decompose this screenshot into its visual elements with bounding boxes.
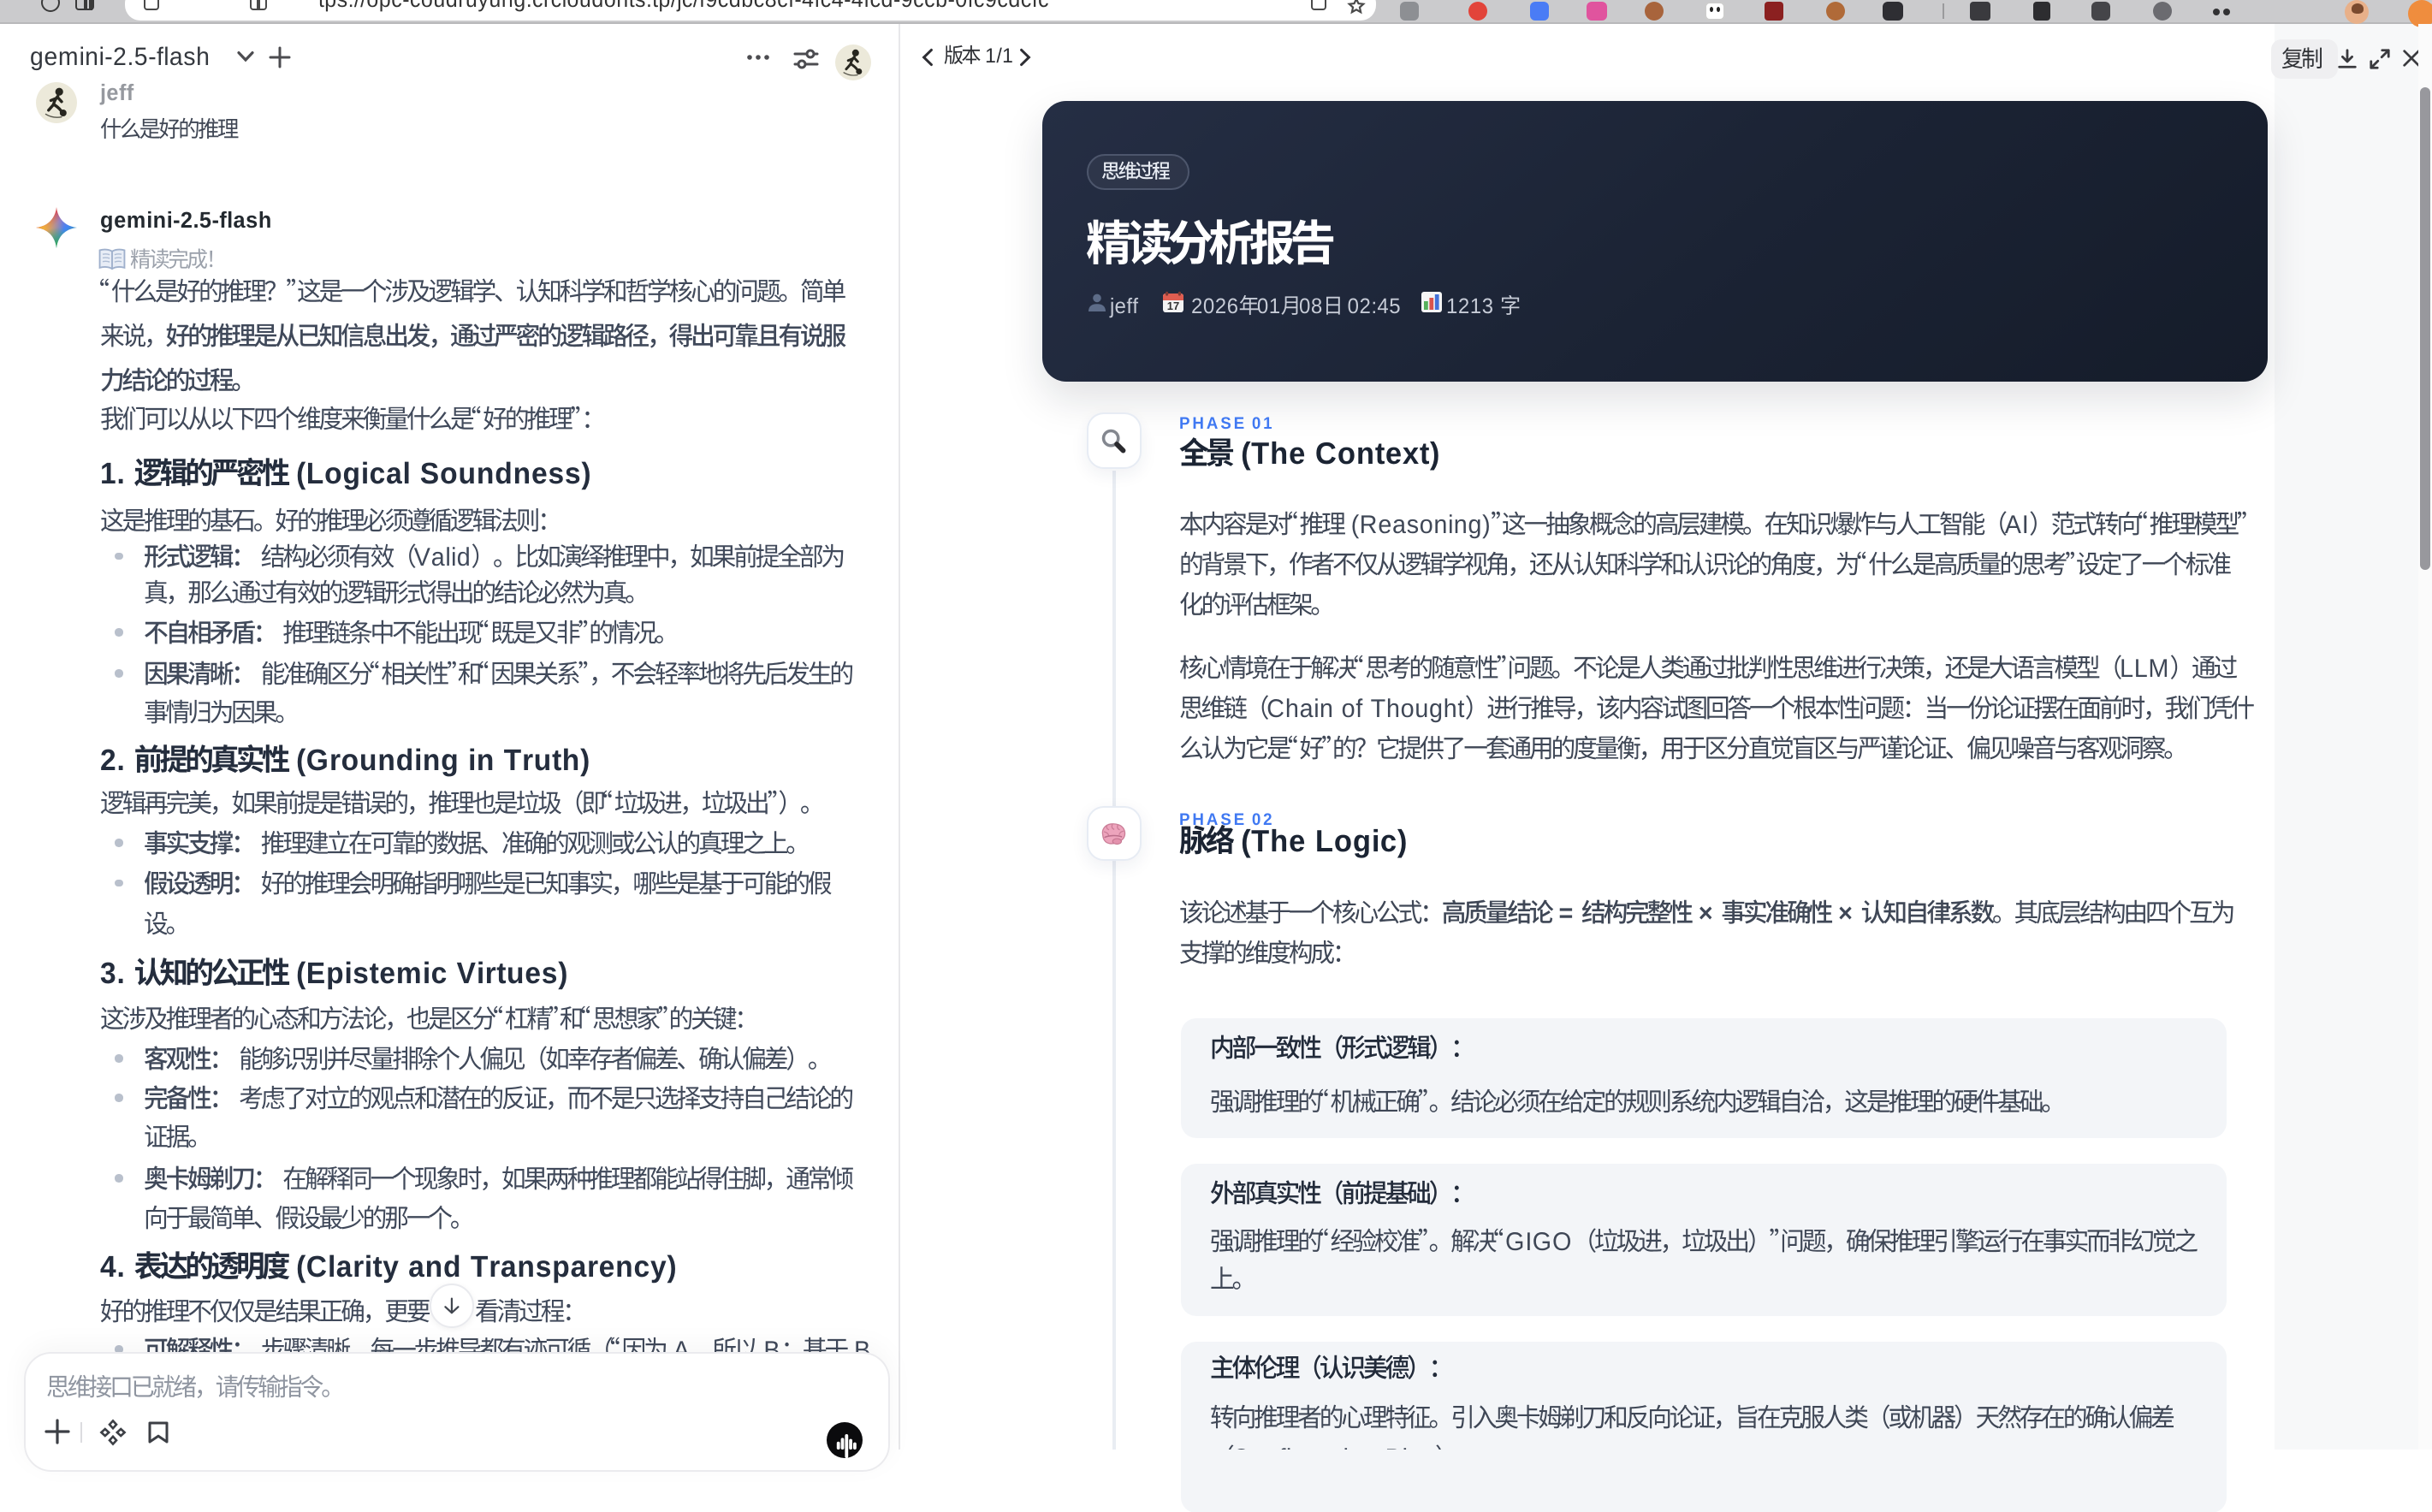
svg-text:17: 17 <box>1167 299 1179 312</box>
